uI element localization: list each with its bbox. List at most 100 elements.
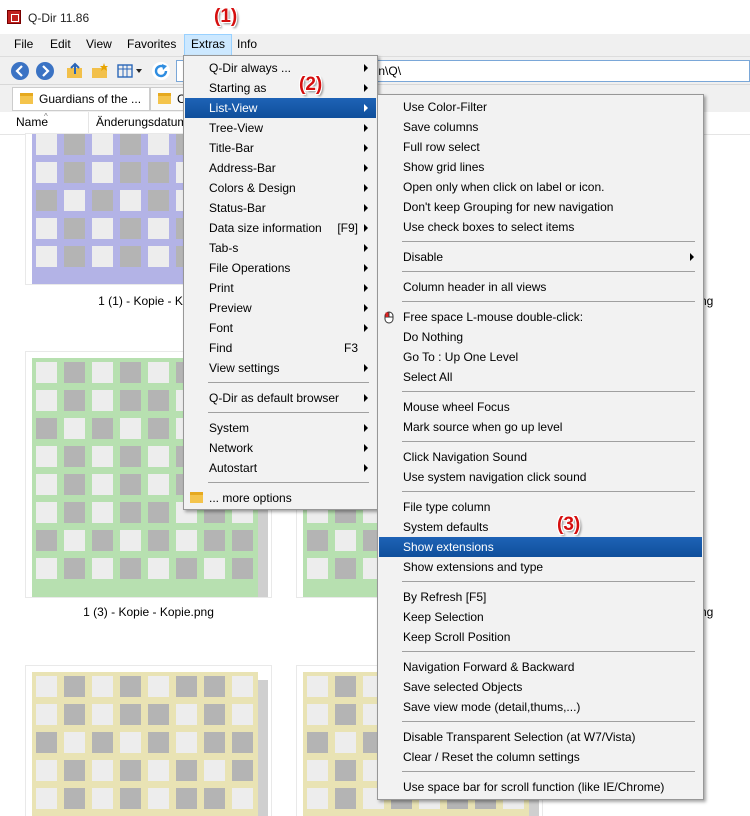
- menu-item-file-type-column[interactable]: File type column: [379, 497, 702, 517]
- menu-item-disable-transparent-selection-at-w7-vista[interactable]: Disable Transparent Selection (at W7/Vis…: [379, 727, 702, 747]
- file-caption[interactable]: ng: [700, 605, 740, 619]
- tab-guardians[interactable]: Guardians of the ...: [12, 87, 150, 111]
- menu-item-address-bar[interactable]: Address-Bar: [185, 158, 376, 178]
- thumbnail-pixel: [120, 162, 141, 183]
- menu-item-label: Autostart: [209, 461, 258, 475]
- menu-separator: [208, 412, 369, 413]
- menu-item-show-extensions[interactable]: Show extensions: [379, 537, 702, 557]
- thumbnail-pixel: [92, 704, 113, 725]
- menu-item-save-columns[interactable]: Save columns: [379, 117, 702, 137]
- menu-item-starting-as[interactable]: Starting as: [185, 78, 376, 98]
- menu-item-system-defaults[interactable]: System defaults: [379, 517, 702, 537]
- menu-item-autostart[interactable]: Autostart: [185, 458, 376, 478]
- menu-separator: [402, 391, 695, 392]
- up-folder-icon[interactable]: [66, 62, 84, 80]
- menu-item-print[interactable]: Print: [185, 278, 376, 298]
- menu-item-by-refresh-f5[interactable]: By Refresh [F5]: [379, 587, 702, 607]
- menu-item-keep-scroll-position[interactable]: Keep Scroll Position: [379, 627, 702, 647]
- menu-item-full-row-select[interactable]: Full row select: [379, 137, 702, 157]
- menu-item-mark-source-when-go-up-level[interactable]: Mark source when go up level: [379, 417, 702, 437]
- menu-item-file-operations[interactable]: File Operations: [185, 258, 376, 278]
- menu-item-use-color-filter[interactable]: Use Color-Filter: [379, 97, 702, 117]
- menu-item-tree-view[interactable]: Tree-View: [185, 118, 376, 138]
- menu-item-label: Show extensions and type: [403, 560, 544, 574]
- menu-item-system[interactable]: System: [185, 418, 376, 438]
- sort-ascending-icon: ^: [44, 112, 48, 121]
- menu-edit[interactable]: Edit: [44, 34, 77, 56]
- file-thumbnail[interactable]: [26, 666, 271, 816]
- menu-file[interactable]: File: [8, 34, 39, 56]
- thumbnail-pixel: [120, 190, 141, 211]
- menu-item-column-header-in-all-views[interactable]: Column header in all views: [379, 277, 702, 297]
- menu-item-label: Select All: [403, 370, 453, 384]
- submenu-arrow-icon: [364, 124, 368, 132]
- file-caption[interactable]: 1 (3) - Kopie - Kopie.png: [26, 605, 271, 619]
- menu-item-show-extensions-and-type[interactable]: Show extensions and type: [379, 557, 702, 577]
- menu-item-find[interactable]: Find F3: [185, 338, 376, 358]
- menu-item-view-settings[interactable]: View settings: [185, 358, 376, 378]
- menu-item-open-only-when-click-on-label-or-icon[interactable]: Open only when click on label or icon.: [379, 177, 702, 197]
- submenu-arrow-icon: [364, 144, 368, 152]
- thumbnail-pixel: [120, 446, 141, 467]
- menu-item-tab-s[interactable]: Tab-s: [185, 238, 376, 258]
- submenu-arrow-icon: [364, 284, 368, 292]
- menu-item-disable[interactable]: Disable: [379, 247, 702, 267]
- menu-item-more-options[interactable]: ... more options: [185, 488, 376, 508]
- menu-separator: [402, 441, 695, 442]
- menu-item-list-view[interactable]: List-View: [185, 98, 376, 118]
- file-caption[interactable]: ng: [700, 294, 740, 308]
- menu-item-save-view-mode-detail-thums[interactable]: Save view mode (detail,thums,...): [379, 697, 702, 717]
- back-icon[interactable]: [11, 62, 29, 80]
- menu-item-q-dir-as-default-browser[interactable]: Q-Dir as default browser: [185, 388, 376, 408]
- menu-item-data-size-information[interactable]: Data size information [F9]: [185, 218, 376, 238]
- menu-item-network[interactable]: Network: [185, 438, 376, 458]
- menu-item-font[interactable]: Font: [185, 318, 376, 338]
- menu-item-preview[interactable]: Preview: [185, 298, 376, 318]
- menu-item-use-system-navigation-click-sound[interactable]: Use system navigation click sound: [379, 467, 702, 487]
- menu-item-label: Clear / Reset the column settings: [403, 750, 580, 764]
- menu-info[interactable]: Info: [231, 34, 263, 56]
- thumbnail-pixel: [204, 760, 225, 781]
- menu-item-mouse-wheel-focus[interactable]: Mouse wheel Focus: [379, 397, 702, 417]
- menu-item-label: Save view mode (detail,thums,...): [403, 700, 581, 714]
- menu-item-free-space-l-mouse-double-click[interactable]: Free space L-mouse double-click:: [379, 307, 702, 327]
- menu-item-save-selected-objects[interactable]: Save selected Objects: [379, 677, 702, 697]
- menu-item-colors-design[interactable]: Colors & Design: [185, 178, 376, 198]
- menu-item-don-t-keep-grouping-for-new-navigation[interactable]: Don't keep Grouping for new navigation: [379, 197, 702, 217]
- menu-item-label: Preview: [209, 301, 252, 315]
- submenu-arrow-icon: [364, 304, 368, 312]
- menu-item-keep-selection[interactable]: Keep Selection: [379, 607, 702, 627]
- menu-item-click-navigation-sound[interactable]: Click Navigation Sound: [379, 447, 702, 467]
- menu-item-title-bar[interactable]: Title-Bar: [185, 138, 376, 158]
- menu-item-use-check-boxes-to-select-items[interactable]: Use check boxes to select items: [379, 217, 702, 237]
- menu-view[interactable]: View: [80, 34, 118, 56]
- thumbnail-pixel: [120, 418, 141, 439]
- menu-item-navigation-forward-backward[interactable]: Navigation Forward & Backward: [379, 657, 702, 677]
- menu-item-use-space-bar-for-scroll-function-like-ie-chrome[interactable]: Use space bar for scroll function (like …: [379, 777, 702, 797]
- menu-item-status-bar[interactable]: Status-Bar: [185, 198, 376, 218]
- menu-extras[interactable]: Extras: [184, 34, 233, 56]
- menu-item-q-dir-always[interactable]: Q-Dir always ...: [185, 58, 376, 78]
- thumbnail-pixel: [120, 218, 141, 239]
- listview-submenu: Use Color-Filter Save columns Full row sel…: [377, 94, 704, 800]
- thumbnail-pixel: [36, 530, 57, 551]
- thumbnail-pixel: [92, 530, 113, 551]
- menu-item-select-all[interactable]: Select All: [379, 367, 702, 387]
- menu-item-clear-reset-the-column-settings[interactable]: Clear / Reset the column settings: [379, 747, 702, 767]
- menu-item-go-to-up-one-level[interactable]: Go To : Up One Level: [379, 347, 702, 367]
- thumbnail-pixel: [92, 246, 113, 267]
- column-date[interactable]: Änderungsdatum: [96, 115, 187, 129]
- view-mode-icon[interactable]: [117, 63, 143, 79]
- annotation-1: (1): [214, 6, 238, 27]
- menu-separator: [402, 721, 695, 722]
- menu-item-do-nothing[interactable]: Do Nothing: [379, 327, 702, 347]
- menu-item-label: Tab-s: [209, 241, 239, 255]
- shortcut-label: F3: [343, 341, 358, 355]
- new-folder-icon[interactable]: [91, 62, 109, 80]
- menu-item-label: File Operations: [209, 261, 291, 275]
- menu-favorites[interactable]: Favorites: [121, 34, 182, 56]
- forward-icon[interactable]: [36, 62, 54, 80]
- thumbnail-pixel: [148, 502, 169, 523]
- menu-item-show-grid-lines[interactable]: Show grid lines: [379, 157, 702, 177]
- refresh-icon[interactable]: [152, 62, 170, 80]
